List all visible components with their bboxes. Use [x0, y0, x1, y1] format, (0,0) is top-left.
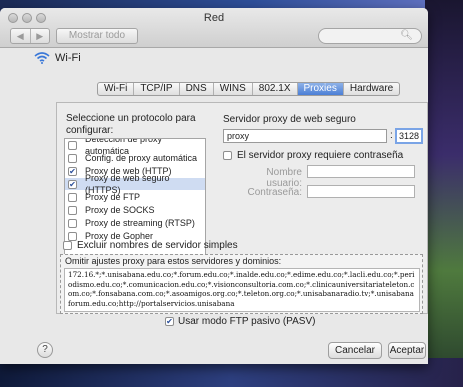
interface-header: Wi-Fi — [34, 52, 81, 64]
protocol-label: Config. de proxy automática — [85, 153, 198, 163]
window-title: Red — [203, 12, 225, 24]
username-label: Nombre usuario: — [266, 167, 302, 189]
bypass-label: Omitir ajustes proxy para estos servidor… — [65, 256, 282, 266]
protocol-item[interactable]: Proxy de SOCKS — [65, 204, 205, 216]
help-button[interactable]: ? — [37, 342, 53, 358]
tab-wifi[interactable]: Wi-Fi — [98, 83, 133, 95]
passive-ftp-option[interactable]: ✔ Usar modo FTP pasivo (PASV) — [165, 316, 315, 327]
exclude-simple-hostnames-label: Excluir nombres de servidor simples — [77, 240, 238, 251]
ok-button[interactable]: Aceptar — [388, 342, 426, 359]
tab-wins[interactable]: WINS — [212, 83, 252, 95]
cancel-button[interactable]: Cancelar — [328, 342, 382, 359]
requires-password-option[interactable]: El servidor proxy requiere contraseña — [223, 150, 403, 161]
protocol-label: Proxy de SOCKS — [85, 205, 155, 215]
tab-8021x[interactable]: 802.1X — [251, 83, 297, 95]
requires-password-label: El servidor proxy requiere contraseña — [237, 150, 404, 161]
proxy-host-input[interactable]: proxy — [223, 129, 387, 143]
checkbox[interactable] — [68, 218, 77, 228]
exclude-simple-hostnames-option[interactable]: Excluir nombres de servidor simples — [63, 240, 238, 251]
bypass-domains-textarea[interactable]: 172.16.*;*.unisabana.edu.co;*.forum.edu.… — [64, 268, 420, 312]
checkbox[interactable] — [223, 151, 232, 160]
checkbox[interactable] — [68, 153, 77, 163]
checkbox[interactable] — [63, 241, 72, 250]
port-separator: : — [390, 130, 393, 141]
tab-dns[interactable]: DNS — [178, 83, 213, 95]
tab-tcpip[interactable]: TCP/IP — [133, 83, 178, 95]
back-forward-buttons: ◀ ▶ — [10, 28, 50, 44]
protocol-item[interactable]: Detección de proxy automática — [65, 139, 205, 156]
checkbox-checked[interactable]: ✔ — [165, 317, 174, 326]
show-all-button[interactable]: Mostrar todo — [56, 28, 138, 44]
wifi-icon — [34, 52, 50, 64]
tab-bar: Wi-Fi TCP/IP DNS WINS 802.1X Proxies Har… — [97, 82, 401, 96]
password-label: Contraseña: — [247, 187, 302, 198]
search-field[interactable]: 🔍︎ — [318, 28, 422, 44]
protocol-item[interactable]: Proxy de streaming (RTSP) — [65, 217, 205, 229]
back-button[interactable]: ◀ — [11, 29, 30, 43]
protocol-label: Proxy de streaming (RTSP) — [85, 218, 195, 228]
protocol-label: Proxy de FTP — [85, 192, 141, 202]
desktop-background-right — [425, 0, 463, 387]
checkbox[interactable] — [68, 140, 77, 150]
forward-button[interactable]: ▶ — [29, 29, 50, 43]
protocol-item-selected[interactable]: ✔ Proxy de web seguro (HTTPS) — [65, 173, 205, 195]
search-icon: 🔍︎ — [400, 30, 413, 41]
username-field[interactable] — [307, 165, 415, 178]
interface-name: Wi-Fi — [55, 52, 81, 64]
tab-proxies[interactable]: Proxies — [296, 83, 343, 95]
checkbox-checked[interactable]: ✔ — [68, 179, 77, 189]
title-bar: Red ◀ ▶ Mostrar todo 🔍︎ — [0, 8, 428, 48]
passive-ftp-label: Usar modo FTP pasivo (PASV) — [178, 316, 316, 327]
proxy-port-input[interactable]: 3128 — [395, 128, 423, 144]
checkbox[interactable] — [68, 205, 77, 215]
protocol-list-title: Seleccione un protocolo para configurar: — [66, 113, 196, 136]
password-field[interactable] — [307, 185, 415, 198]
server-section-title: Servidor proxy de web seguro — [223, 114, 356, 125]
checkbox[interactable] — [68, 192, 77, 202]
tab-hardware[interactable]: Hardware — [342, 83, 399, 95]
checkbox-checked[interactable]: ✔ — [68, 166, 77, 176]
protocol-item[interactable]: Config. de proxy automática — [65, 152, 205, 164]
